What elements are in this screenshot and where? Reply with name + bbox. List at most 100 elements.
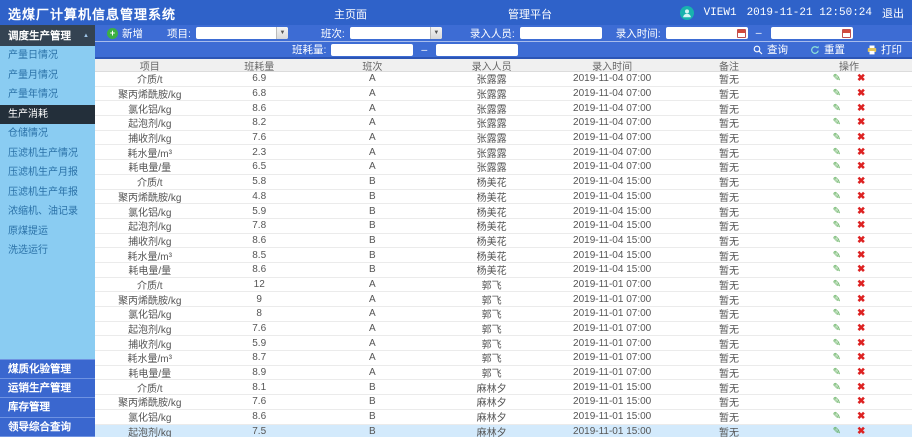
- print-button[interactable]: 打印: [867, 42, 902, 57]
- delete-icon[interactable]: ✖: [857, 352, 865, 363]
- printer-icon: [867, 45, 877, 55]
- quantity-to-input[interactable]: [436, 44, 518, 56]
- sidebar-item[interactable]: 产量月情况: [0, 66, 95, 86]
- edit-icon[interactable]: ✎: [833, 382, 841, 393]
- sidebar-item[interactable]: 压滤机生产年报: [0, 183, 95, 203]
- delete-icon[interactable]: ✖: [857, 191, 865, 202]
- sidebar-item[interactable]: 仓储情况: [0, 124, 95, 144]
- delete-icon[interactable]: ✖: [857, 411, 865, 422]
- edit-icon[interactable]: ✎: [833, 250, 841, 261]
- delete-icon[interactable]: ✖: [857, 147, 865, 158]
- edit-icon[interactable]: ✎: [833, 191, 841, 202]
- delete-icon[interactable]: ✖: [857, 117, 865, 128]
- edit-icon[interactable]: ✎: [833, 367, 841, 378]
- sidebar-item[interactable]: 洗选运行: [0, 241, 95, 261]
- delete-icon[interactable]: ✖: [857, 279, 865, 290]
- entry-time-to-input[interactable]: [771, 27, 853, 39]
- delete-icon[interactable]: ✖: [857, 382, 865, 393]
- sidebar-item[interactable]: 产量年情况: [0, 85, 95, 105]
- edit-icon[interactable]: ✎: [833, 73, 841, 84]
- cell-quantity: 6.5: [204, 161, 313, 172]
- edit-icon[interactable]: ✎: [833, 396, 841, 407]
- cell-actions: ✎ ✖: [786, 161, 912, 172]
- edit-icon[interactable]: ✎: [833, 294, 841, 305]
- sidebar-section[interactable]: 领导综合查询: [0, 418, 95, 437]
- delete-icon[interactable]: ✖: [857, 176, 865, 187]
- edit-icon[interactable]: ✎: [833, 103, 841, 114]
- cell-quantity: 8: [204, 308, 313, 319]
- add-button[interactable]: + 新增: [107, 26, 143, 41]
- sidebar-item[interactable]: 压滤机生产月报: [0, 163, 95, 183]
- cell-item: 聚丙烯酰胺/kg: [95, 86, 204, 101]
- edit-icon[interactable]: ✎: [833, 426, 841, 437]
- sidebar-section-dispatch[interactable]: 调度生产管理 ▲: [0, 25, 95, 46]
- shift-select[interactable]: ▼: [350, 27, 442, 39]
- cell-item: 捕收剂/kg: [95, 130, 204, 145]
- sidebar-item[interactable]: 生产消耗: [0, 105, 95, 125]
- table-row: 耗水量/m³ 8.5 B 杨美花 2019-11-04 15:00 暂无 ✎ ✖: [95, 248, 912, 263]
- delete-icon[interactable]: ✖: [857, 294, 865, 305]
- delete-icon[interactable]: ✖: [857, 206, 865, 217]
- delete-icon[interactable]: ✖: [857, 308, 865, 319]
- delete-icon[interactable]: ✖: [857, 426, 865, 437]
- edit-icon[interactable]: ✎: [833, 147, 841, 158]
- delete-icon[interactable]: ✖: [857, 73, 865, 84]
- edit-icon[interactable]: ✎: [833, 411, 841, 422]
- nav-main-page[interactable]: 主页面: [334, 6, 367, 22]
- delete-icon[interactable]: ✖: [857, 338, 865, 349]
- project-select[interactable]: ▼: [196, 27, 288, 39]
- cell-actions: ✎ ✖: [786, 338, 912, 349]
- range-dash: –: [756, 27, 762, 39]
- delete-icon[interactable]: ✖: [857, 235, 865, 246]
- delete-icon[interactable]: ✖: [857, 88, 865, 99]
- quantity-from-input[interactable]: [331, 44, 413, 56]
- edit-icon[interactable]: ✎: [833, 338, 841, 349]
- delete-icon[interactable]: ✖: [857, 132, 865, 143]
- edit-icon[interactable]: ✎: [833, 235, 841, 246]
- edit-icon[interactable]: ✎: [833, 279, 841, 290]
- nav-management-platform[interactable]: 管理平台: [508, 6, 552, 22]
- reset-button[interactable]: 重置: [810, 42, 845, 57]
- delete-icon[interactable]: ✖: [857, 367, 865, 378]
- table-row: 介质/t 5.8 B 杨美花 2019-11-04 15:00 暂无 ✎ ✖: [95, 175, 912, 190]
- sidebar-item[interactable]: 原煤提运: [0, 222, 95, 242]
- edit-icon[interactable]: ✎: [833, 161, 841, 172]
- edit-icon[interactable]: ✎: [833, 176, 841, 187]
- delete-icon[interactable]: ✖: [857, 220, 865, 231]
- edit-icon[interactable]: ✎: [833, 323, 841, 334]
- delete-icon[interactable]: ✖: [857, 396, 865, 407]
- edit-icon[interactable]: ✎: [833, 117, 841, 128]
- entry-time-from-input[interactable]: [666, 27, 748, 39]
- sidebar-item[interactable]: 产量日情况: [0, 46, 95, 66]
- edit-icon[interactable]: ✎: [833, 88, 841, 99]
- sidebar-section[interactable]: 煤质化验管理: [0, 359, 95, 379]
- cell-actions: ✎ ✖: [786, 176, 912, 187]
- operator-input[interactable]: [520, 27, 602, 39]
- delete-icon[interactable]: ✖: [857, 161, 865, 172]
- cell-operator: 麻林夕: [431, 380, 553, 395]
- edit-icon[interactable]: ✎: [833, 220, 841, 231]
- sidebar-section[interactable]: 运销生产管理: [0, 379, 95, 399]
- sidebar-item[interactable]: 压滤机生产情况: [0, 144, 95, 164]
- sidebar-item[interactable]: 浓缩机、油记录: [0, 202, 95, 222]
- table-row: 聚丙烯酰胺/kg 9 A 郭飞 2019-11-01 07:00 暂无 ✎ ✖: [95, 292, 912, 307]
- calendar-icon: [842, 29, 851, 38]
- edit-icon[interactable]: ✎: [833, 308, 841, 319]
- delete-icon[interactable]: ✖: [857, 103, 865, 114]
- delete-icon[interactable]: ✖: [857, 250, 865, 261]
- edit-icon[interactable]: ✎: [833, 352, 841, 363]
- delete-icon[interactable]: ✖: [857, 264, 865, 275]
- delete-icon[interactable]: ✖: [857, 323, 865, 334]
- cell-time: 2019-11-04 15:00: [552, 176, 671, 187]
- sidebar-section[interactable]: 库存管理: [0, 398, 95, 418]
- edit-icon[interactable]: ✎: [833, 264, 841, 275]
- search-button[interactable]: 查询: [753, 42, 788, 57]
- edit-icon[interactable]: ✎: [833, 132, 841, 143]
- cell-time: 2019-11-04 15:00: [552, 206, 671, 217]
- edit-icon[interactable]: ✎: [833, 206, 841, 217]
- logout-button[interactable]: 退出: [882, 5, 904, 21]
- sidebar-items: 产量日情况 产量月情况 产量年情况 生产消耗 仓储情况 压滤机生产情况 压滤机生…: [0, 46, 95, 261]
- cell-note: 暂无: [672, 233, 786, 248]
- cell-operator: 张露露: [431, 101, 553, 116]
- cell-actions: ✎ ✖: [786, 411, 912, 422]
